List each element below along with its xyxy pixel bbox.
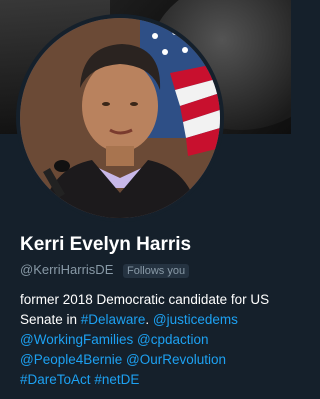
profile-handle: @KerriHarrisDE bbox=[20, 262, 114, 277]
mention-link-workingfamilies[interactable]: @WorkingFamilies bbox=[20, 332, 133, 347]
mention-link-justicedems[interactable]: @justicedems bbox=[153, 312, 238, 327]
profile-name: Kerri Evelyn Harris bbox=[20, 234, 192, 255]
mention-link-people4bernie[interactable]: @People4Bernie bbox=[20, 352, 122, 367]
hashtag-link-netde[interactable]: #netDE bbox=[94, 372, 139, 387]
follows-you-badge: Follows you bbox=[123, 264, 190, 278]
profile-avatar[interactable] bbox=[16, 14, 224, 222]
handle-row: @KerriHarrisDE Follows you bbox=[20, 262, 190, 278]
mention-link-ourrevolution[interactable]: @OurRevolution bbox=[126, 352, 226, 367]
profile-bio: former 2018 Democratic candidate for US … bbox=[20, 290, 282, 390]
avatar-photo bbox=[20, 18, 220, 218]
bio-text: . bbox=[145, 312, 153, 327]
hashtag-link-daretoact[interactable]: #DareToAct bbox=[20, 372, 91, 387]
mention-link-cpdaction[interactable]: @cpdaction bbox=[137, 332, 209, 347]
hashtag-link-delaware[interactable]: #Delaware bbox=[81, 312, 146, 327]
